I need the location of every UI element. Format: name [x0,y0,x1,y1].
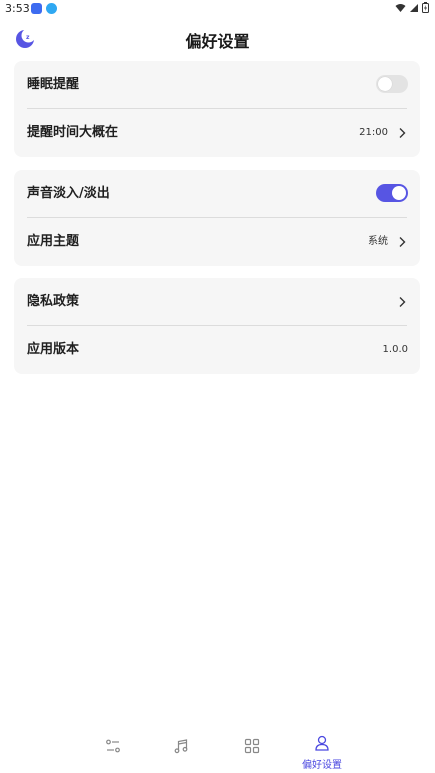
nav-item-grid[interactable] [227,730,277,773]
grid-icon [244,738,260,754]
bottom-navigation: 偏好设置 [0,730,435,773]
battery-icon [422,2,429,13]
status-time: 3:53 [5,2,30,15]
reminder-time-row[interactable]: 提醒时间大概在 21:00 [14,109,420,157]
download-notification-icon [46,3,57,14]
app-theme-label: 应用主题 [27,234,80,249]
app-version-value: 1.0.0 [382,344,408,355]
music-note-icon [174,739,188,754]
user-icon [315,735,329,751]
wifi-icon [395,3,406,12]
nav-label-preferences: 偏好设置 [302,760,342,771]
app-version-label: 应用版本 [27,342,80,357]
notification-app-icon [31,3,42,14]
app-version-row: 应用版本 1.0.0 [14,326,420,374]
sound-fade-label: 声音淡入/淡出 [27,186,110,201]
signal-icon [410,3,418,12]
about-card: 隐私政策 应用版本 1.0.0 [14,278,420,374]
sliders-icon [106,739,120,753]
toggle-knob [378,77,392,91]
nav-item-preferences[interactable]: 偏好设置 [297,730,347,773]
chevron-right-icon [399,237,406,247]
sound-fade-row[interactable]: 声音淡入/淡出 [14,170,420,218]
sleep-reminder-toggle[interactable] [376,75,408,93]
app-theme-row[interactable]: 应用主题 系统 [14,218,420,266]
status-bar: 3:53 [0,0,435,18]
sound-theme-card: 声音淡入/淡出 应用主题 系统 [14,170,420,266]
status-indicators [395,2,429,13]
nav-item-sliders[interactable] [88,730,138,773]
chevron-right-icon [399,297,406,307]
nav-item-music[interactable] [156,730,206,773]
page-title: 偏好设置 [185,32,250,51]
reminder-time-value: 21:00 [359,127,388,138]
toggle-knob [392,186,406,200]
app-theme-value: 系统 [368,236,388,247]
privacy-policy-label: 隐私政策 [27,294,80,309]
sleep-reminder-label: 睡眠提醒 [27,77,80,92]
sleep-settings-card: 睡眠提醒 提醒时间大概在 21:00 [14,61,420,157]
chevron-right-icon [399,128,406,138]
page-header: z 偏好设置 [0,22,435,56]
reminder-time-label: 提醒时间大概在 [27,125,119,140]
sleep-reminder-row[interactable]: 睡眠提醒 [14,61,420,109]
sound-fade-toggle[interactable] [376,184,408,202]
privacy-policy-row[interactable]: 隐私政策 [14,278,420,326]
